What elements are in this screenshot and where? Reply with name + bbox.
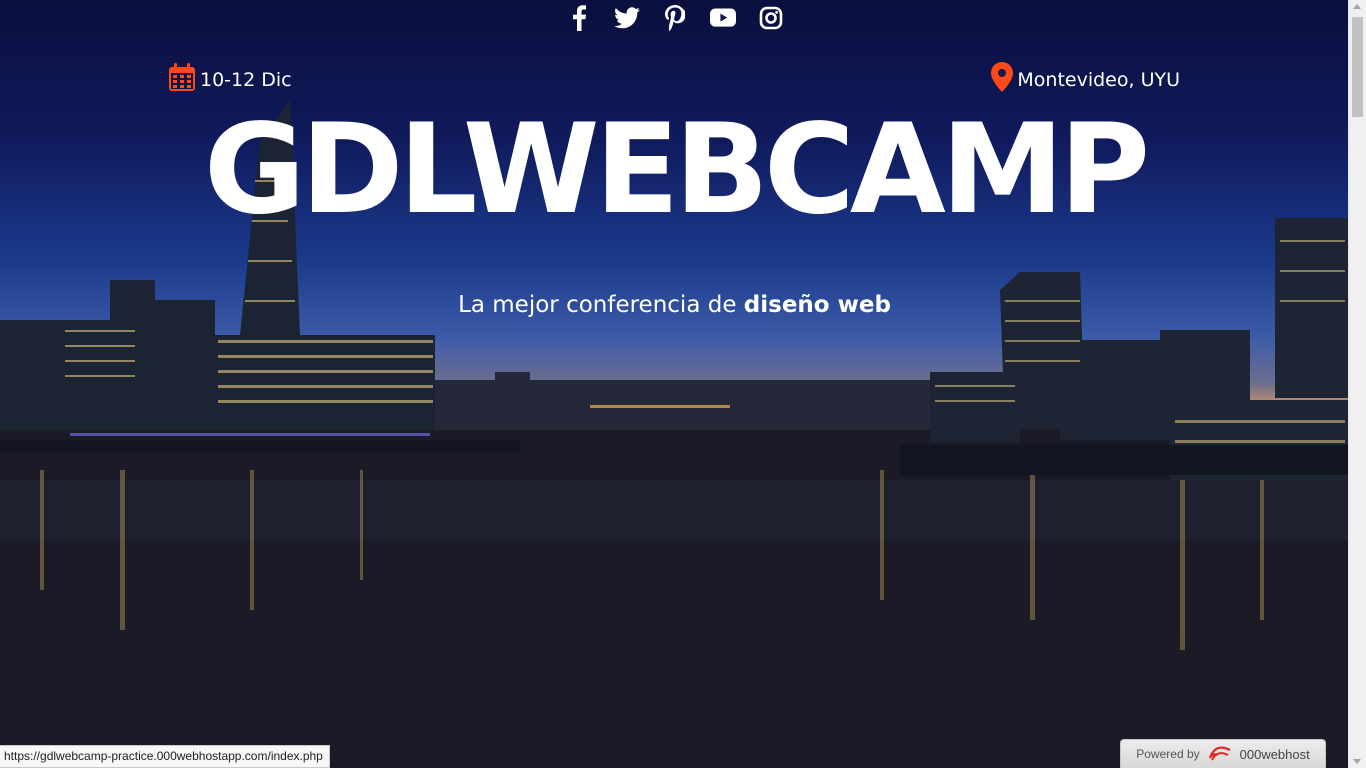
- status-bar-url: https://gdlwebcamp-practice.000webhostap…: [0, 745, 330, 768]
- instagram-icon[interactable]: [758, 4, 784, 32]
- scroll-up-icon[interactable]: [1353, 4, 1361, 9]
- site-title: GDLWEBCAMP: [203, 98, 1150, 242]
- calendar-icon: [168, 62, 196, 97]
- page: 10-12 Dic Montevideo, UYU GDLWEBCAMP La …: [0, 0, 1366, 768]
- event-info: 10-12 Dic Montevideo, UYU: [168, 62, 1180, 97]
- slogan: La mejor conferencia de diseño web: [0, 292, 1349, 318]
- powered-by-brand: 000webhost: [1239, 746, 1310, 762]
- scroll-down-icon[interactable]: [1353, 759, 1361, 764]
- twitter-icon[interactable]: [613, 4, 640, 32]
- event-location-text: Montevideo, UYU: [1017, 68, 1180, 91]
- social-links: [0, 4, 1349, 32]
- youtube-icon[interactable]: [709, 4, 736, 32]
- slogan-prefix: La mejor conferencia de: [458, 292, 737, 318]
- scrollbar-thumb[interactable]: [1352, 17, 1363, 117]
- vertical-scrollbar[interactable]: [1348, 0, 1366, 768]
- event-date: 10-12 Dic: [168, 62, 292, 97]
- slogan-highlight: diseño web: [743, 292, 891, 318]
- event-location: Montevideo, UYU: [991, 62, 1180, 97]
- facebook-icon[interactable]: [566, 4, 592, 32]
- powered-by-label: Powered by: [1136, 747, 1200, 761]
- pinterest-icon[interactable]: [662, 4, 688, 32]
- powered-by-badge[interactable]: Powered by 000webhost: [1120, 739, 1326, 768]
- webhost-logo-icon: [1208, 744, 1232, 765]
- map-marker-icon: [991, 62, 1014, 97]
- event-date-text: 10-12 Dic: [200, 68, 292, 91]
